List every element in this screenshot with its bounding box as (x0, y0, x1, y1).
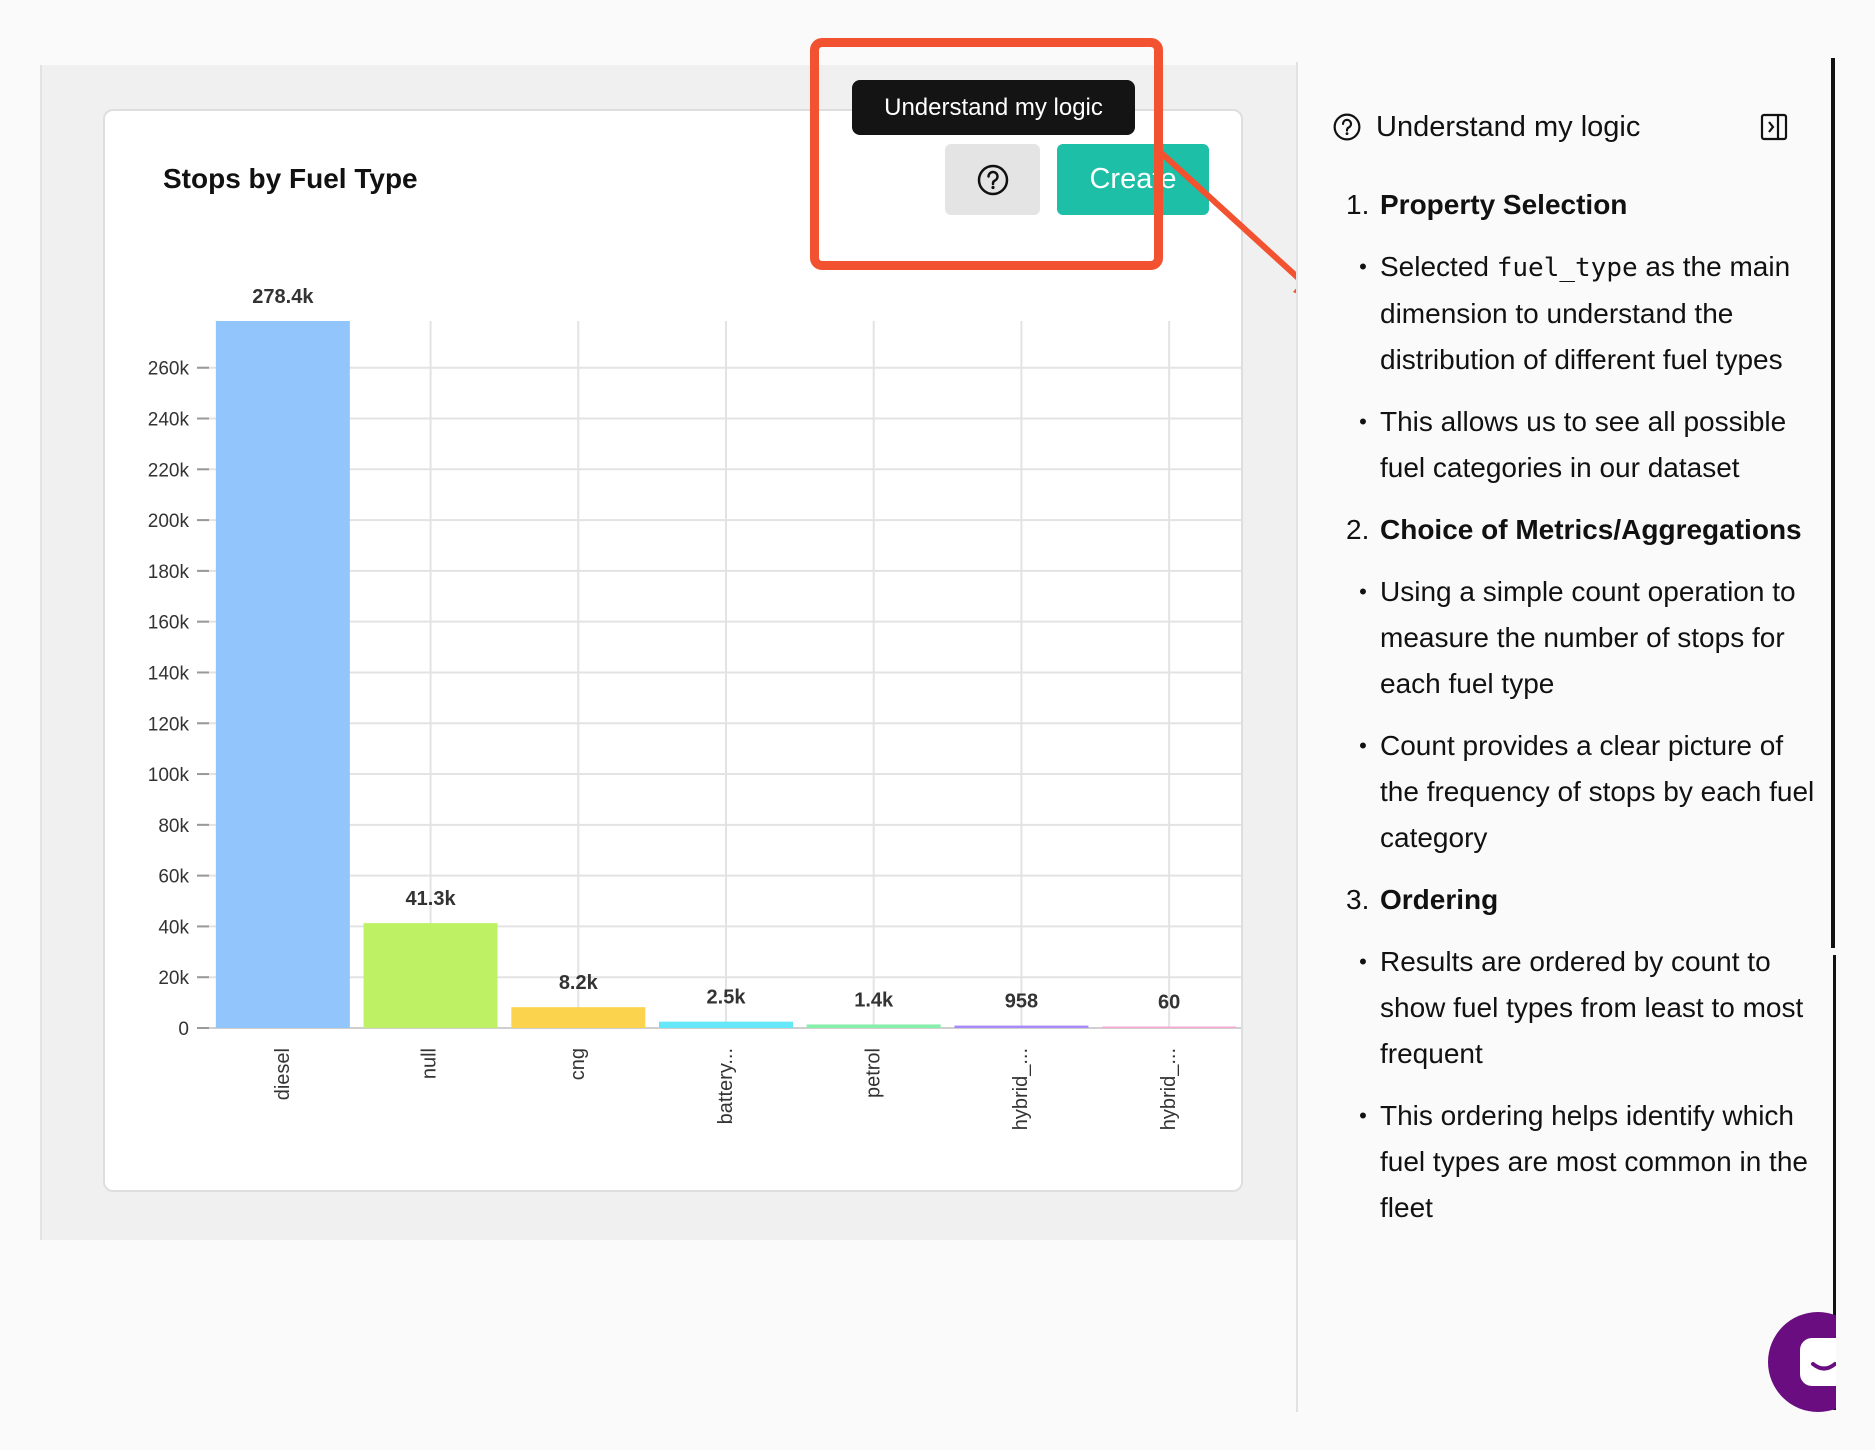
bullet-text: Results are ordered by count to show fue… (1380, 946, 1804, 1069)
panel-header: Understand my logic (1332, 110, 1791, 144)
explanation-bullet: • This ordering helps identify which fuel… (1346, 1093, 1816, 1231)
question-circle-icon (1333, 113, 1361, 141)
y-tick-label: 220k (148, 460, 190, 481)
y-tick-label: 140k (148, 663, 190, 684)
section-number: 2. (1346, 514, 1370, 545)
section-number: 1. (1346, 189, 1370, 220)
explanation-bullet: • This allows us to see all possible fuel… (1346, 399, 1816, 491)
section-title: Property Selection (1380, 189, 1628, 220)
bullet-text: This ordering helps identify which fuel … (1380, 1100, 1808, 1223)
bar-data-label: 1.4k (854, 989, 894, 1011)
bar-chart-svg: 0 20k 40k 60k 80k 100k 120k 140k 160k 180k 200k 220… (148, 286, 1241, 1040)
inline-code: fuel_type (1496, 253, 1638, 283)
chart-card: Stops by Fuel Type 0 20k 40k 60k 80k 100k 120k… (103, 109, 1243, 1192)
bullet-dot: • (1359, 1103, 1367, 1128)
y-tick-label: 180k (148, 562, 190, 583)
collapse-panel-button[interactable] (1757, 110, 1791, 144)
section-heading: 1. Property Selection (1346, 182, 1816, 228)
y-tick-label: 160k (148, 613, 190, 634)
y-tick-label: 60k (158, 867, 189, 888)
explanation-bullet: • Count provides a clear picture of the f… (1346, 723, 1816, 861)
viewport-edge (1836, 1300, 1875, 1450)
bar-data-label: 2.5k (707, 987, 747, 1009)
x-tick-label-text: cng (566, 1048, 589, 1081)
panel-collapse-icon (1760, 113, 1788, 141)
logic-tooltip: Understand my logic (852, 80, 1135, 135)
bullet-dot: • (1359, 949, 1367, 974)
bar-petrol[interactable] (806, 1024, 941, 1028)
question-circle-icon (977, 164, 1008, 195)
bar-null[interactable] (363, 923, 498, 1028)
y-tick-label: 120k (148, 714, 190, 735)
bar-diesel[interactable] (215, 321, 350, 1028)
y-tick-label: 260k (148, 359, 190, 380)
section-title: Ordering (1380, 884, 1499, 915)
y-tick-label: 240k (148, 410, 190, 431)
bullet-text: This allows us to see all possible fuel … (1380, 406, 1787, 483)
explanation-bullet: • Using a simple count operation to measu… (1346, 569, 1816, 707)
explanation-bullet: • Results are ordered by count to show fu… (1346, 939, 1816, 1077)
section-heading: 2. Choice of Metrics/Aggregations (1346, 507, 1816, 553)
logic-panel: Understand my logic 1. Property Selection… (1296, 62, 1831, 1412)
y-tick-label: 20k (158, 968, 189, 989)
y-tick-label: 200k (148, 511, 190, 532)
y-tick-label: 80k (158, 816, 189, 837)
bullet-text: Selected fuel_type as the main dimension… (1380, 251, 1791, 375)
x-tick-label-text: hybrid_... (1157, 1048, 1180, 1131)
x-tick-label-text: hybrid_... (1009, 1048, 1032, 1131)
bullet-dot: • (1359, 579, 1367, 604)
bar-data-label: 41.3k (406, 888, 457, 910)
bar-data-label: 958 (1005, 991, 1038, 1013)
explanation-bullet: • Selected fuel_type as the main dimensio… (1346, 244, 1816, 383)
x-tick-label-text: null (419, 1048, 442, 1080)
bullet-text: Count provides a clear picture of the fr… (1380, 730, 1815, 853)
bar-hybrid_...[interactable] (1102, 1026, 1237, 1029)
panel-border (1831, 58, 1835, 948)
y-tick-label: 100k (148, 765, 190, 786)
logic-explanation: 1. Property Selection • Selected fuel_type … (1346, 182, 1816, 1247)
y-tick-label: 40k (158, 917, 189, 938)
section-number: 3. (1346, 884, 1370, 915)
create-button[interactable]: Create (1057, 144, 1209, 215)
bullet-dot: • (1359, 733, 1367, 758)
bar-data-label: 60 (1158, 992, 1180, 1014)
bullet-text: Using a simple count operation to measur… (1380, 576, 1796, 699)
section-heading: 3. Ordering (1346, 877, 1816, 923)
bar-cng[interactable] (511, 1007, 646, 1028)
x-tick-label-text: battery... (714, 1048, 737, 1125)
x-tick-label-text: petrol (862, 1048, 885, 1099)
y-tick-label: 0 (178, 1019, 189, 1040)
understand-logic-button[interactable] (945, 144, 1040, 215)
bar-data-label: 8.2k (559, 972, 599, 994)
panel-title: Understand my logic (1376, 110, 1641, 143)
section-title: Choice of Metrics/Aggregations (1380, 514, 1802, 545)
bar-battery...[interactable] (659, 1021, 793, 1028)
bar-hybrid_...[interactable] (954, 1025, 1089, 1028)
bullet-dot: • (1359, 254, 1367, 279)
bar-data-label: 278.4k (252, 286, 314, 308)
x-tick-label-text: diesel (271, 1048, 294, 1101)
bullet-dot: • (1359, 409, 1367, 434)
